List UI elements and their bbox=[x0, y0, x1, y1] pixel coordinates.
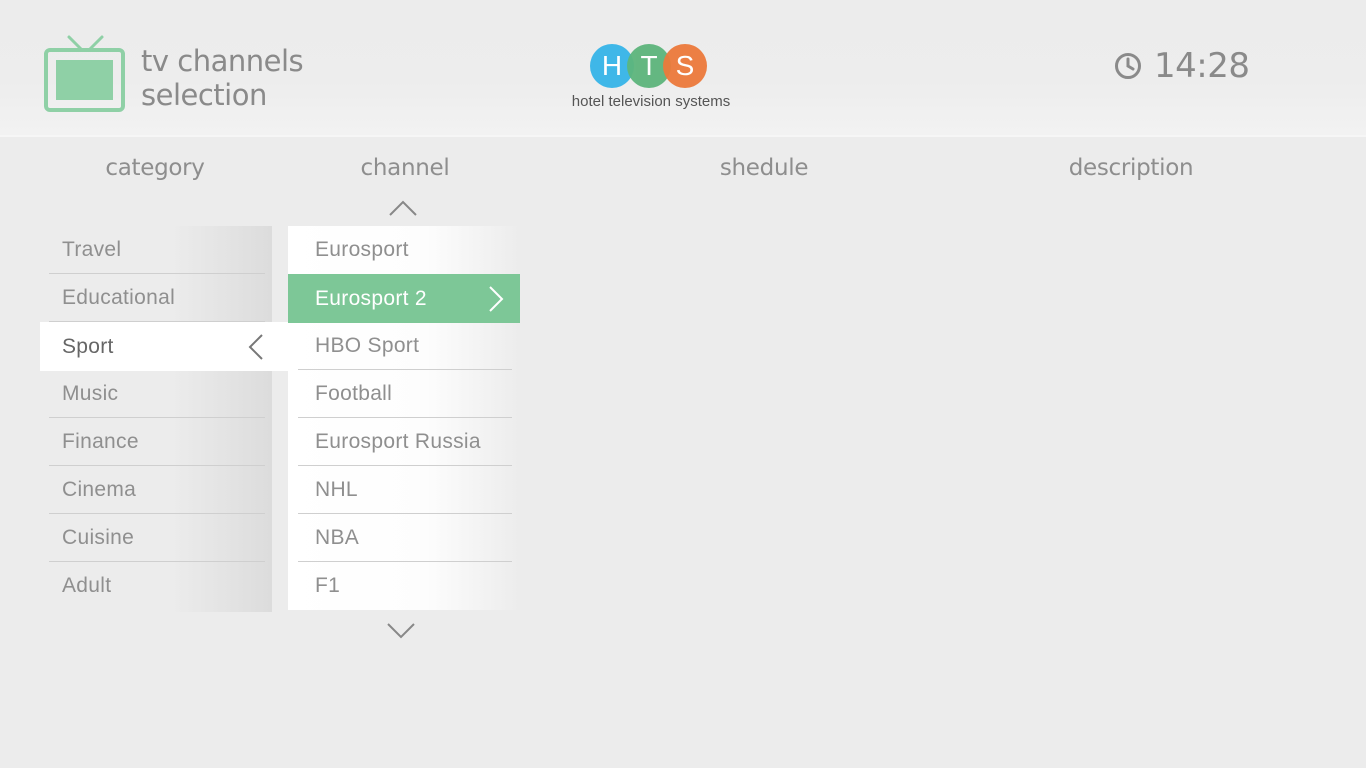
category-list: Travel Educational Music Finance Cinema … bbox=[49, 226, 272, 612]
column-header-schedule: shedule bbox=[719, 155, 809, 181]
category-item-finance[interactable]: Finance bbox=[49, 418, 265, 466]
channel-item-football[interactable]: Football bbox=[298, 370, 512, 418]
channel-item-eurosport-2-selected[interactable]: Eurosport 2 bbox=[288, 274, 520, 323]
header-bar: tv channels selection H T S hotel televi… bbox=[0, 0, 1366, 137]
page-title-line1: tv channels bbox=[141, 44, 304, 78]
category-item-music[interactable]: Music bbox=[49, 370, 265, 418]
channel-item-nhl[interactable]: NHL bbox=[298, 466, 512, 514]
logo-circles: H T S bbox=[590, 42, 708, 90]
clock-time: 14:28 bbox=[1154, 46, 1250, 86]
chevron-right-icon bbox=[489, 286, 504, 312]
category-item-sport-selected[interactable]: Sport bbox=[40, 322, 288, 371]
clock: 14:28 bbox=[1114, 44, 1250, 88]
logo-tagline: hotel television systems bbox=[571, 93, 731, 110]
tv-icon bbox=[44, 35, 125, 112]
column-header-description: description bbox=[1068, 155, 1194, 181]
category-item-travel[interactable]: Travel bbox=[49, 226, 265, 274]
category-item-cuisine[interactable]: Cuisine bbox=[49, 514, 265, 562]
category-item-adult[interactable]: Adult bbox=[49, 562, 265, 610]
chevron-up-icon[interactable] bbox=[388, 199, 418, 219]
channel-item-hbo-sport[interactable]: HBO Sport bbox=[298, 322, 512, 370]
channel-item-nba[interactable]: NBA bbox=[298, 514, 512, 562]
category-item-educational[interactable]: Educational bbox=[49, 274, 265, 322]
channel-item-f1[interactable]: F1 bbox=[298, 562, 512, 610]
logo-letter-s: S bbox=[663, 44, 707, 88]
chevron-down-icon[interactable] bbox=[386, 620, 416, 640]
clock-icon bbox=[1115, 53, 1141, 79]
page-title: tv channels selection bbox=[141, 44, 304, 112]
channel-list: Eurosport Eurosport 2 HBO Sport Football… bbox=[288, 226, 520, 610]
chevron-left-icon bbox=[248, 334, 263, 360]
channel-selected-label: Eurosport 2 bbox=[315, 287, 427, 310]
channel-item-eurosport-russia[interactable]: Eurosport Russia bbox=[298, 418, 512, 466]
column-header-category: category bbox=[105, 155, 205, 181]
column-header-channel: channel bbox=[360, 155, 450, 181]
channel-item-eurosport[interactable]: Eurosport bbox=[298, 226, 512, 274]
category-selected-label: Sport bbox=[62, 335, 114, 358]
page-title-line2: selection bbox=[141, 78, 267, 112]
category-item-cinema[interactable]: Cinema bbox=[49, 466, 265, 514]
hts-logo: H T S hotel television systems bbox=[560, 42, 740, 114]
